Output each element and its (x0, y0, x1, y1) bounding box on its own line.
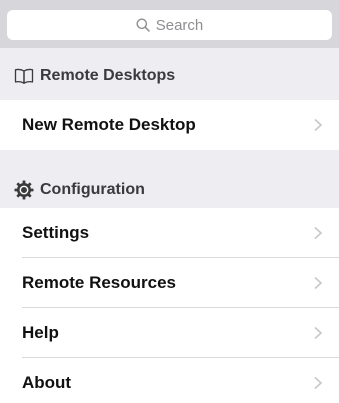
chevron-right-icon (313, 226, 323, 240)
list-item-label: Help (22, 323, 59, 342)
app-root: Search Remote Desktops New Remote Deskto… (0, 0, 339, 403)
section-header-remote-desktops: Remote Desktops (0, 48, 339, 100)
search-input[interactable]: Search (7, 10, 332, 40)
search-icon (136, 18, 150, 32)
search-bar: Search (0, 0, 339, 48)
list-item-new-remote-desktop[interactable]: New Remote Desktop (0, 100, 339, 150)
list-item-label: New Remote Desktop (22, 115, 196, 134)
section-title: Remote Desktops (40, 67, 176, 84)
list-item-about[interactable]: About (0, 358, 339, 403)
list-item-help[interactable]: Help (0, 308, 339, 358)
gear-icon (14, 180, 34, 200)
list-item-label: Settings (22, 223, 90, 242)
list-item-remote-resources[interactable]: Remote Resources (0, 258, 339, 308)
chevron-right-icon (313, 276, 323, 290)
list-item-label: Remote Resources (22, 273, 177, 292)
book-icon (14, 66, 34, 86)
list-item-label: About (22, 373, 72, 392)
chevron-right-icon (313, 326, 323, 340)
search-placeholder: Search (155, 16, 204, 34)
section-title: Configuration (40, 181, 145, 198)
chevron-right-icon (313, 376, 323, 390)
list-item-settings[interactable]: Settings (0, 208, 339, 258)
chevron-right-icon (313, 118, 323, 132)
section-header-configuration: Configuration (0, 150, 339, 208)
